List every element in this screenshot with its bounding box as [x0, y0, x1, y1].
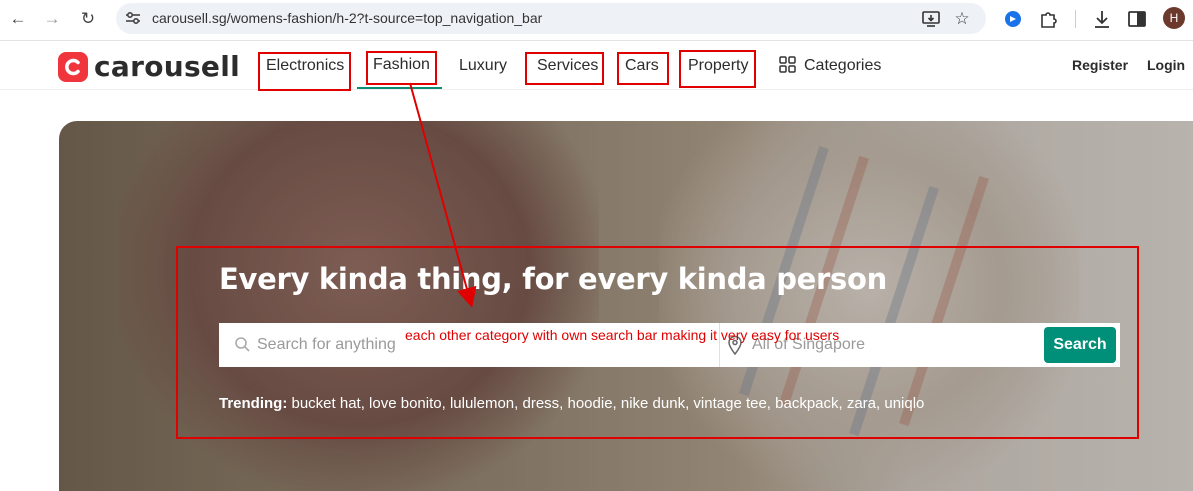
logo-text: carousell [94, 50, 241, 83]
annotation-box-electronics [258, 52, 351, 91]
forward-icon[interactable]: → [38, 6, 66, 32]
nav-categories[interactable]: Categories [804, 57, 881, 75]
active-tab-underline [357, 87, 442, 89]
carousell-logo-mark-icon [58, 51, 88, 82]
side-panel-icon[interactable] [1125, 7, 1149, 31]
reload-icon[interactable]: ↻ [74, 6, 102, 32]
carousell-logo[interactable]: carousell [58, 50, 240, 83]
annotation-box-property [679, 50, 756, 88]
download-icon[interactable] [1090, 7, 1114, 31]
extension-icon[interactable] [1001, 7, 1025, 31]
extensions-puzzle-icon[interactable] [1037, 7, 1061, 31]
url-text: carousell.sg/womens-fashion/h-2?t-source… [152, 10, 543, 26]
nav-luxury[interactable]: Luxury [459, 57, 507, 75]
install-app-icon[interactable] [921, 9, 941, 29]
categories-grid-icon [779, 56, 796, 73]
annotation-box-services [525, 52, 604, 85]
register-link[interactable]: Register [1072, 57, 1128, 73]
site-info-icon[interactable] [124, 9, 142, 27]
annotation-note: each other category with own search bar … [405, 327, 840, 343]
back-icon[interactable]: ← [4, 6, 32, 32]
login-link[interactable]: Login [1147, 57, 1185, 73]
annotation-box-cars [617, 52, 669, 85]
address-bar[interactable]: carousell.sg/womens-fashion/h-2?t-source… [116, 3, 986, 34]
annotation-box-fashion [366, 51, 437, 85]
browser-toolbar: ← → ↻ carousell.sg/womens-fashion/h-2?t-… [0, 0, 1193, 41]
profile-avatar[interactable]: H [1163, 7, 1185, 29]
bookmark-star-icon[interactable]: ☆ [952, 9, 972, 29]
toolbar-divider [1075, 10, 1076, 28]
